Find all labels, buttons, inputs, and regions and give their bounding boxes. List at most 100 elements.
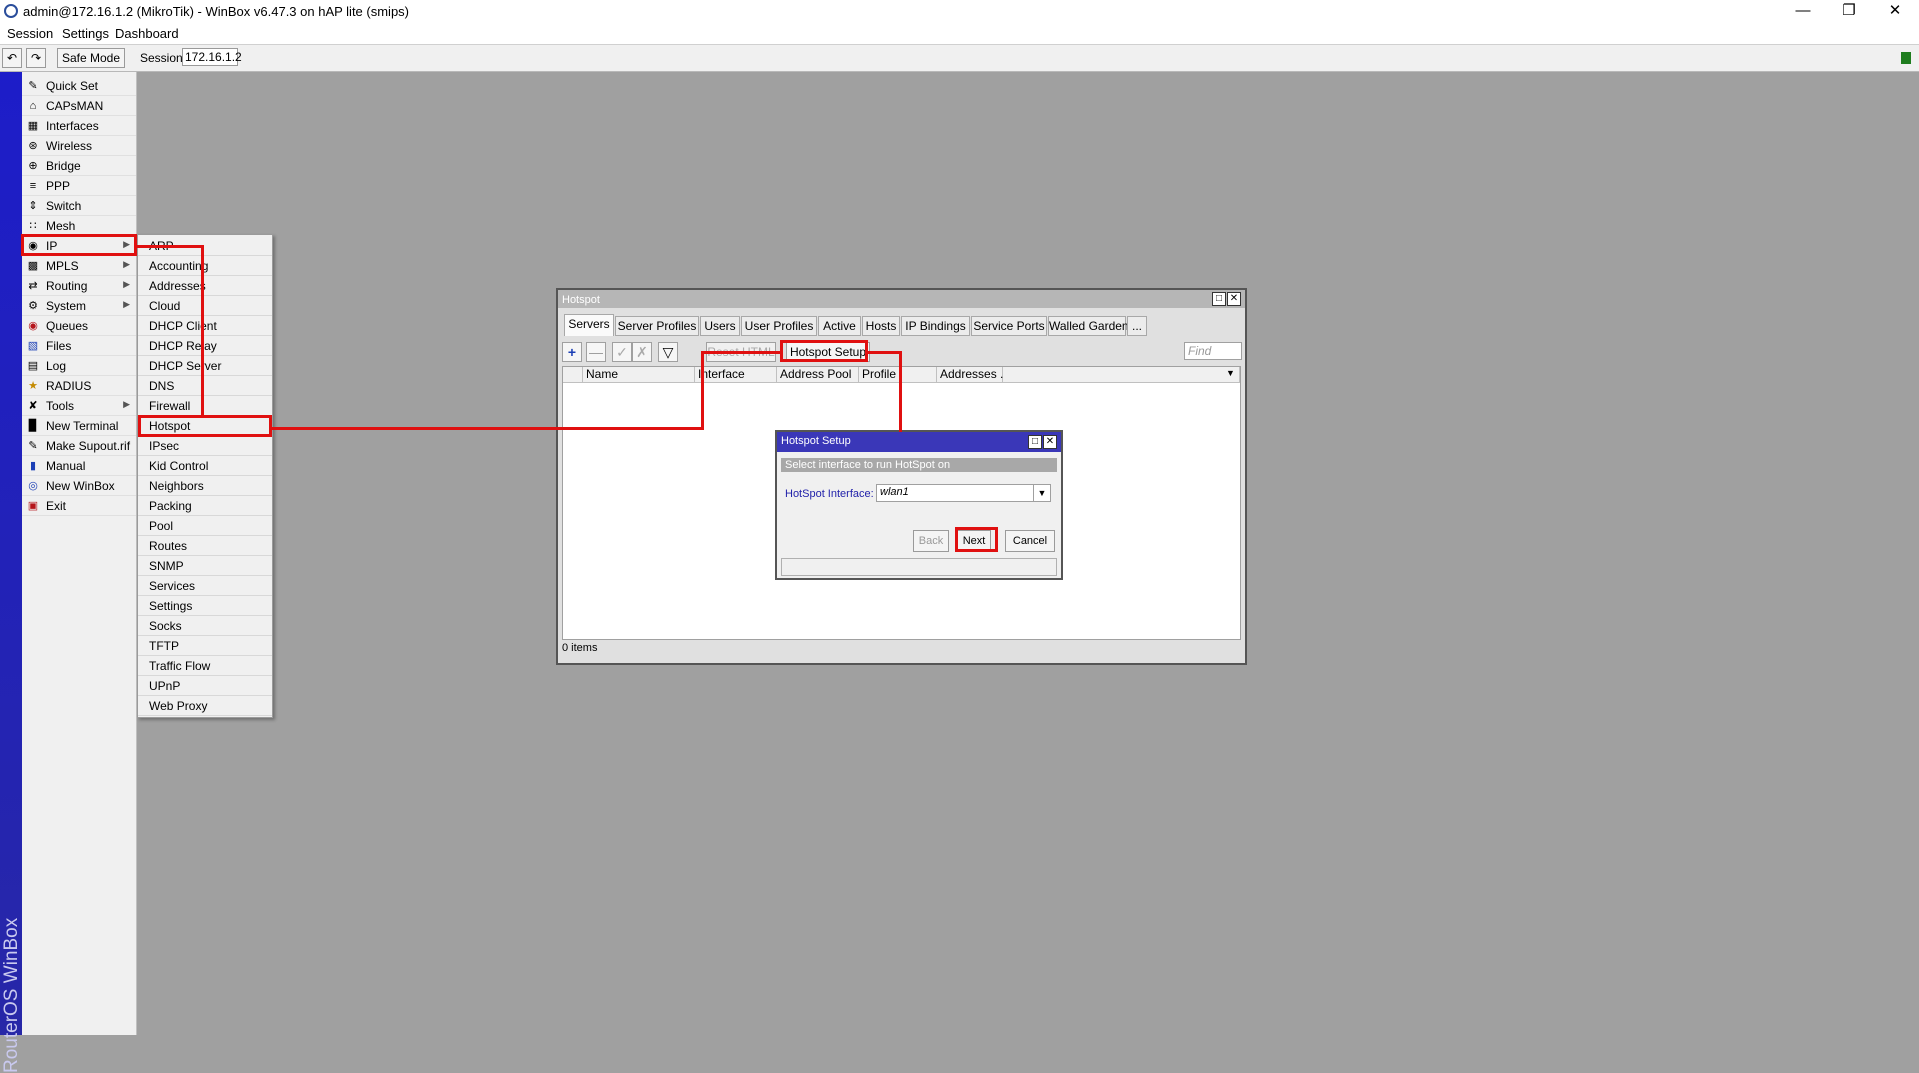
filter-icon[interactable]: ▽ bbox=[658, 342, 678, 362]
sidebar-item-capsman[interactable]: ⌂ CAPsMAN bbox=[22, 96, 136, 116]
submenu-item-label: DNS bbox=[149, 379, 175, 393]
column-header-name[interactable]: Name bbox=[583, 367, 695, 383]
submenu-item-firewall[interactable]: Firewall bbox=[138, 396, 272, 416]
sidebar-item-log[interactable]: ▤ Log bbox=[22, 356, 136, 376]
chevron-down-icon[interactable]: ▼ bbox=[1033, 485, 1050, 501]
submenu-arrow-icon: ▶ bbox=[123, 259, 130, 269]
submenu-item-snmp[interactable]: SNMP bbox=[138, 556, 272, 576]
submenu-item-label: Routes bbox=[149, 539, 188, 553]
safe-mode-button[interactable]: Safe Mode bbox=[57, 48, 125, 68]
row-marker-column bbox=[563, 367, 583, 383]
submenu-item-dhcp-relay[interactable]: DHCP Relay bbox=[138, 336, 272, 356]
submenu-item-services[interactable]: Services bbox=[138, 576, 272, 596]
submenu-item-label: DHCP Server bbox=[149, 359, 222, 373]
submenu-item-cloud[interactable]: Cloud bbox=[138, 296, 272, 316]
sidebar-item-manual[interactable]: ▮ Manual bbox=[22, 456, 136, 476]
maximize-icon[interactable]: □ bbox=[1028, 435, 1042, 449]
redo-icon[interactable]: ↷ bbox=[26, 48, 46, 68]
submenu-item-traffic-flow[interactable]: Traffic Flow bbox=[138, 656, 272, 676]
toolbar: ↶ ↷ Safe Mode Session: 172.16.1.2 bbox=[0, 44, 1919, 72]
sidebar-item-label: RADIUS bbox=[46, 379, 92, 393]
sidebar-item-mesh[interactable]: ∷ Mesh bbox=[22, 216, 136, 236]
sidebar-item-new-terminal[interactable]: ▉ New Terminal bbox=[22, 416, 136, 436]
interfaces-icon: ▦ bbox=[27, 120, 39, 132]
close-icon[interactable]: ✕ bbox=[1872, 0, 1918, 24]
sidebar-item-tools[interactable]: ✘ Tools ▶ bbox=[22, 396, 136, 416]
sidebar-item-files[interactable]: ▧ Files bbox=[22, 336, 136, 356]
session-field[interactable]: 172.16.1.2 bbox=[182, 48, 242, 66]
submenu-item-web-proxy[interactable]: Web Proxy bbox=[138, 696, 272, 716]
tab-more[interactable]: ... bbox=[1127, 316, 1147, 336]
menu-session[interactable]: Session bbox=[7, 26, 53, 41]
sidebar-item-mpls[interactable]: ▩ MPLS ▶ bbox=[22, 256, 136, 276]
sidebar-item-routing[interactable]: ⇄ Routing ▶ bbox=[22, 276, 136, 296]
sidebar-item-switch[interactable]: ⇕ Switch bbox=[22, 196, 136, 216]
submenu-item-dns[interactable]: DNS bbox=[138, 376, 272, 396]
submenu-item-label: Kid Control bbox=[149, 459, 209, 473]
sidebar-item-new-winbox[interactable]: ◎ New WinBox bbox=[22, 476, 136, 496]
tab-walled-garden[interactable]: Walled Garden bbox=[1048, 316, 1129, 336]
tab-ip-bindings[interactable]: IP Bindings bbox=[901, 316, 970, 336]
maximize-icon[interactable]: ❐ bbox=[1826, 0, 1872, 24]
tab-server-profiles[interactable]: Server Profiles bbox=[615, 316, 699, 336]
column-header-interface[interactable]: Interface bbox=[695, 367, 777, 383]
menu-settings[interactable]: Settings bbox=[62, 26, 109, 41]
tab-service-ports[interactable]: Service Ports bbox=[971, 316, 1047, 336]
submenu-item-dhcp-server[interactable]: DHCP Server bbox=[138, 356, 272, 376]
column-header-address-pool[interactable]: Address Pool bbox=[777, 367, 859, 383]
submenu-item-label: Web Proxy bbox=[149, 699, 208, 713]
sidebar-item-interfaces[interactable]: ▦ Interfaces bbox=[22, 116, 136, 136]
sidebar-item-label: Routing bbox=[46, 279, 88, 293]
enable-icon[interactable]: ✓ bbox=[612, 342, 632, 362]
tab-hosts[interactable]: Hosts bbox=[862, 316, 900, 336]
close-icon[interactable]: ✕ bbox=[1227, 292, 1241, 306]
tab-active[interactable]: Active bbox=[818, 316, 861, 336]
submenu-item-upnp[interactable]: UPnP bbox=[138, 676, 272, 696]
sidebar-item-queues[interactable]: ◉ Queues bbox=[22, 316, 136, 336]
close-icon[interactable]: ✕ bbox=[1043, 435, 1057, 449]
submenu-item-tftp[interactable]: TFTP bbox=[138, 636, 272, 656]
tab-servers[interactable]: Servers bbox=[564, 314, 614, 336]
add-icon[interactable]: + bbox=[562, 342, 582, 362]
submenu-item-pool[interactable]: Pool bbox=[138, 516, 272, 536]
sidebar-item-make-supout-rif[interactable]: ✎ Make Supout.rif bbox=[22, 436, 136, 456]
column-header-addresses[interactable]: Addresses ... bbox=[937, 367, 1010, 383]
menu-dashboard[interactable]: Dashboard bbox=[115, 26, 179, 41]
sidebar-item-quick-set[interactable]: ✎ Quick Set bbox=[22, 76, 136, 96]
back-button[interactable]: Back bbox=[913, 530, 949, 552]
submenu-item-packing[interactable]: Packing bbox=[138, 496, 272, 516]
sidebar-item-label: New Terminal bbox=[46, 419, 119, 433]
sidebar-item-exit[interactable]: ▣ Exit bbox=[22, 496, 136, 516]
submenu-item-kid-control[interactable]: Kid Control bbox=[138, 456, 272, 476]
maximize-icon[interactable]: □ bbox=[1212, 292, 1226, 306]
submenu-item-neighbors[interactable]: Neighbors bbox=[138, 476, 272, 496]
column-header-profile[interactable]: Profile bbox=[859, 367, 937, 383]
sidebar-item-ppp[interactable]: ≡ PPP bbox=[22, 176, 136, 196]
hotspot-setup-titlebar[interactable]: Hotspot Setup □ ✕ bbox=[777, 432, 1061, 452]
tab-user-profiles[interactable]: User Profiles bbox=[741, 316, 817, 336]
sidebar-item-label: Tools bbox=[46, 399, 75, 413]
hotspot-interface-select[interactable]: wlan1 ▼ bbox=[876, 484, 1051, 502]
sidebar-item-bridge[interactable]: ⊕ Bridge bbox=[22, 156, 136, 176]
sidebar-item-system[interactable]: ⚙ System ▶ bbox=[22, 296, 136, 316]
minimize-icon[interactable]: — bbox=[1780, 0, 1826, 24]
submenu-item-ipsec[interactable]: IPsec bbox=[138, 436, 272, 456]
submenu-item-settings[interactable]: Settings bbox=[138, 596, 272, 616]
tab-users[interactable]: Users bbox=[700, 316, 740, 336]
undo-icon[interactable]: ↶ bbox=[2, 48, 22, 68]
disable-icon[interactable]: ✗ bbox=[632, 342, 652, 362]
queues-icon: ◉ bbox=[28, 320, 38, 332]
remove-icon[interactable]: — bbox=[586, 342, 606, 362]
hotspot-window-titlebar[interactable]: Hotspot □ ✕ bbox=[558, 290, 1245, 308]
submenu-item-socks[interactable]: Socks bbox=[138, 616, 272, 636]
column-chooser-icon[interactable]: ▼ bbox=[1226, 368, 1235, 378]
sidebar-item-wireless[interactable]: ⊛ Wireless bbox=[22, 136, 136, 156]
submenu-item-routes[interactable]: Routes bbox=[138, 536, 272, 556]
submenu-item-addresses[interactable]: Addresses bbox=[138, 276, 272, 296]
sidebar-item-radius[interactable]: ★ RADIUS bbox=[22, 376, 136, 396]
submenu-item-accounting[interactable]: Accounting bbox=[138, 256, 272, 276]
cancel-button[interactable]: Cancel bbox=[1005, 530, 1055, 552]
submenu-item-label: Pool bbox=[149, 519, 174, 533]
find-input[interactable]: Find bbox=[1184, 342, 1242, 360]
submenu-item-dhcp-client[interactable]: DHCP Client bbox=[138, 316, 272, 336]
